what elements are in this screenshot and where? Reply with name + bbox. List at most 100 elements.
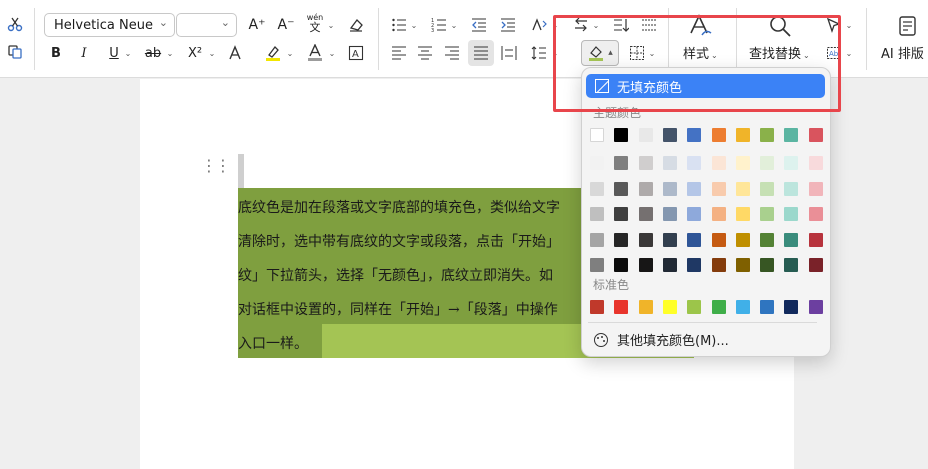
color-swatch[interactable] — [735, 258, 750, 272]
superscript-dropdown[interactable]: ⌄ — [206, 41, 216, 65]
color-swatch[interactable] — [662, 156, 677, 170]
increase-indent-icon[interactable] — [497, 13, 519, 37]
distributed-align-icon[interactable] — [498, 41, 520, 65]
numbered-list-dropdown[interactable]: ⌄ — [448, 13, 458, 37]
color-swatch[interactable] — [687, 258, 702, 272]
color-swatch[interactable] — [711, 181, 726, 196]
color-swatch[interactable] — [662, 232, 677, 247]
color-swatch[interactable] — [638, 128, 653, 142]
document-line[interactable]: 纹」下拉箭头，选择「无颜色」，底纹立即消失。如 — [238, 266, 553, 286]
underline-dropdown[interactable]: ⌄ — [122, 41, 132, 65]
color-swatch[interactable] — [590, 232, 604, 247]
color-swatch[interactable] — [784, 156, 799, 170]
color-swatch[interactable] — [784, 300, 799, 314]
character-border-icon[interactable]: A — [345, 41, 367, 65]
color-swatch[interactable] — [784, 181, 799, 196]
color-swatch[interactable] — [662, 181, 677, 196]
color-swatch[interactable] — [614, 258, 629, 272]
ai-layout-button[interactable]: AI 排版 — [881, 43, 924, 62]
color-swatch[interactable] — [760, 181, 775, 196]
underline-button[interactable]: U — [104, 41, 124, 65]
color-swatch[interactable] — [687, 300, 702, 314]
drag-handle-icon[interactable]: ⋮⋮ — [201, 158, 231, 174]
color-swatch[interactable] — [590, 300, 604, 314]
font-color-button[interactable] — [304, 41, 326, 65]
text-effect-icon[interactable] — [224, 41, 246, 65]
color-swatch[interactable] — [760, 258, 775, 272]
strikethrough-button[interactable]: ab — [142, 41, 164, 65]
highlight-dropdown[interactable]: ⌄ — [284, 41, 294, 65]
color-swatch[interactable] — [711, 258, 726, 272]
color-swatch[interactable] — [614, 156, 629, 170]
font-color-dropdown[interactable]: ⌄ — [326, 41, 336, 65]
numbered-list-icon[interactable]: 123 — [428, 13, 450, 37]
phonetic-guide-button[interactable]: wén 文 — [304, 11, 326, 35]
line-spacing-icon[interactable] — [528, 41, 550, 65]
clear-format-button[interactable] — [345, 13, 367, 37]
color-swatch[interactable] — [687, 128, 702, 142]
select-text-dropdown[interactable]: ⌄ — [843, 41, 853, 65]
color-swatch[interactable] — [735, 207, 750, 221]
phonetic-dropdown[interactable]: ⌄ — [325, 13, 335, 37]
bold-button[interactable]: B — [46, 41, 66, 65]
color-swatch[interactable] — [687, 232, 702, 247]
more-fill-colors-item[interactable]: 其他填充颜色(M)... — [594, 330, 729, 349]
highlight-color-button[interactable] — [262, 41, 284, 65]
color-swatch[interactable] — [614, 181, 629, 196]
text-direction-icon[interactable] — [528, 13, 550, 37]
decrease-indent-icon[interactable] — [468, 13, 490, 37]
document-line[interactable]: 对话框中设置的，同样在「开始」→「段落」中操作 — [238, 300, 558, 320]
align-left-icon[interactable] — [388, 41, 410, 65]
color-swatch[interactable] — [735, 232, 750, 247]
bullet-list-icon[interactable] — [388, 13, 410, 37]
document-line[interactable]: 底纹色是加在段落或文字底部的填充色，类似给文字 — [238, 198, 560, 218]
color-swatch[interactable] — [784, 232, 799, 247]
color-swatch[interactable] — [687, 156, 702, 170]
color-swatch[interactable] — [711, 156, 726, 170]
color-swatch[interactable] — [662, 207, 677, 221]
color-swatch[interactable] — [808, 300, 823, 314]
color-swatch[interactable] — [760, 207, 775, 221]
color-swatch[interactable] — [590, 258, 604, 272]
color-swatch[interactable] — [808, 232, 823, 247]
strikethrough-dropdown[interactable]: ⌄ — [164, 41, 174, 65]
color-swatch[interactable] — [808, 128, 823, 142]
italic-button[interactable]: I — [74, 41, 94, 65]
color-swatch[interactable] — [590, 207, 604, 221]
color-swatch[interactable] — [614, 128, 629, 142]
color-swatch[interactable] — [711, 207, 726, 221]
font-name-select[interactable]: Helvetica Neue ⌄ — [44, 13, 175, 37]
color-swatch[interactable] — [760, 232, 775, 247]
color-swatch[interactable] — [638, 300, 653, 314]
color-swatch[interactable] — [808, 207, 823, 221]
color-swatch[interactable] — [638, 156, 653, 170]
color-swatch[interactable] — [735, 128, 750, 142]
color-swatch[interactable] — [711, 232, 726, 247]
document-line[interactable]: 清除时，选中带有底纹的文字或段落，点击「开始」 — [238, 232, 560, 252]
color-swatch[interactable] — [808, 156, 823, 170]
color-swatch[interactable] — [760, 300, 775, 314]
color-swatch[interactable] — [638, 258, 653, 272]
color-swatch[interactable] — [784, 258, 799, 272]
color-swatch[interactable] — [638, 181, 653, 196]
color-swatch[interactable] — [614, 300, 629, 314]
shrink-font-button[interactable]: A⁻ — [275, 13, 297, 37]
color-swatch[interactable] — [614, 232, 629, 247]
color-swatch[interactable] — [808, 181, 823, 196]
color-swatch[interactable] — [638, 207, 653, 221]
color-swatch[interactable] — [638, 232, 653, 247]
color-swatch[interactable] — [614, 207, 629, 221]
color-swatch[interactable] — [662, 258, 677, 272]
ai-layout-icon[interactable] — [894, 12, 922, 40]
color-swatch[interactable] — [687, 181, 702, 196]
color-swatch[interactable] — [735, 300, 750, 314]
align-right-icon[interactable] — [441, 41, 463, 65]
bullet-list-dropdown[interactable]: ⌄ — [408, 13, 418, 37]
color-swatch[interactable] — [662, 300, 677, 314]
color-swatch[interactable] — [735, 181, 750, 196]
color-swatch[interactable] — [662, 128, 677, 142]
document-line[interactable]: 入口一样。 — [238, 334, 308, 354]
color-swatch[interactable] — [711, 128, 726, 142]
color-swatch[interactable] — [735, 156, 750, 170]
grow-font-button[interactable]: A⁺ — [246, 13, 268, 37]
